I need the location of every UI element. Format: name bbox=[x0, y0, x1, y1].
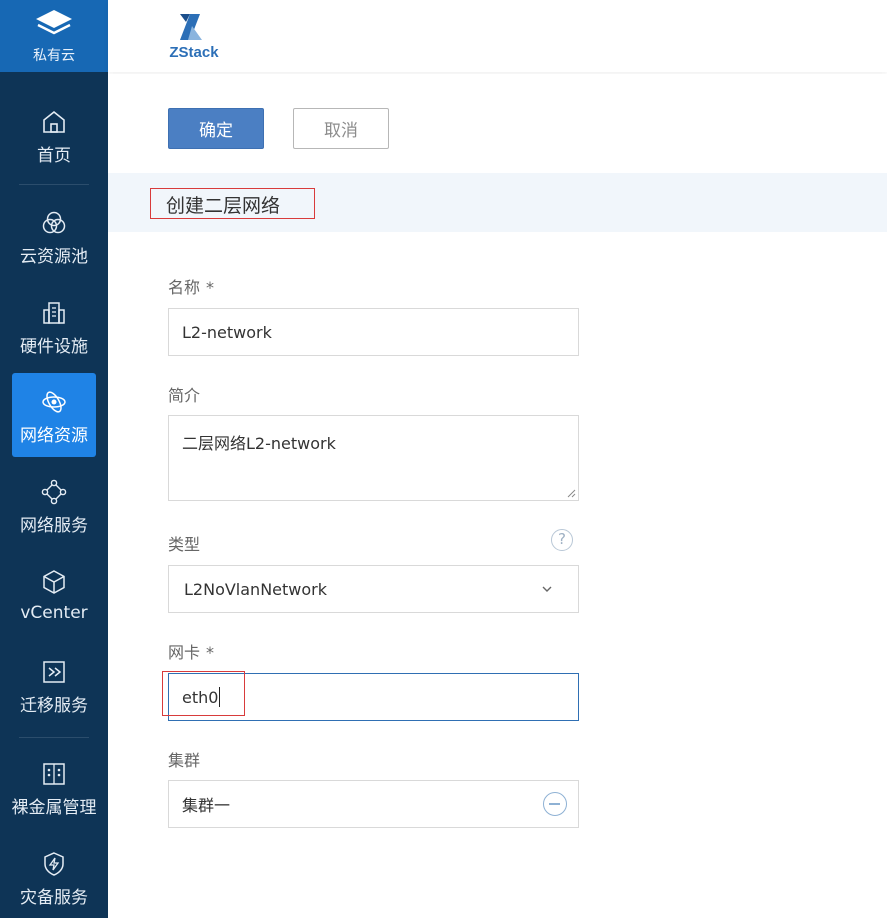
description-label: 简介 bbox=[168, 386, 201, 405]
layers-icon bbox=[36, 10, 72, 35]
sidebar-item-label: vCenter bbox=[20, 603, 88, 623]
server-icon bbox=[43, 763, 65, 785]
brand-block[interactable]: 私有云 bbox=[0, 0, 108, 72]
resource-pool-icon bbox=[42, 211, 66, 234]
form-header: 创建二层网络 bbox=[108, 173, 887, 232]
remove-icon[interactable] bbox=[543, 792, 567, 816]
help-icon[interactable]: ? bbox=[551, 529, 573, 551]
network-nodes-icon bbox=[41, 479, 67, 505]
sidebar-item-network-resources[interactable]: 网络资源 bbox=[12, 373, 96, 457]
cluster-value: 集群一 bbox=[182, 796, 231, 815]
confirm-button[interactable]: 确定 bbox=[168, 108, 264, 149]
sidebar-item-migration[interactable]: 迁移服务 bbox=[12, 643, 96, 727]
cancel-button[interactable]: 取消 bbox=[293, 108, 389, 149]
chevron-down-icon bbox=[542, 586, 552, 592]
title-highlight-box bbox=[150, 188, 315, 219]
top-header: ZStack bbox=[108, 0, 887, 72]
type-select[interactable]: L2NoVlanNetwork bbox=[168, 565, 579, 613]
sidebar: 私有云 首页 云资源池 硬件设施 网络资源 网络服务 vCenter 迁移服务 … bbox=[0, 0, 108, 918]
sidebar-item-bare-metal[interactable]: 裸金属管理 bbox=[12, 745, 97, 829]
zstack-logo-icon bbox=[180, 14, 202, 40]
building-icon bbox=[43, 302, 65, 324]
sidebar-item-label: 网络资源 bbox=[20, 426, 88, 446]
nic-label: 网卡 * bbox=[168, 639, 214, 663]
migrate-icon bbox=[43, 661, 65, 683]
sidebar-item-label: 网络服务 bbox=[20, 516, 88, 536]
orbit-icon bbox=[42, 391, 66, 413]
cluster-label: 集群 bbox=[168, 751, 201, 770]
name-label: 名称 * bbox=[168, 274, 214, 298]
name-label-text: 名称 bbox=[168, 278, 201, 297]
sidebar-item-label: 硬件设施 bbox=[20, 337, 88, 357]
sidebar-item-hardware[interactable]: 硬件设施 bbox=[12, 284, 96, 368]
sidebar-divider bbox=[19, 737, 89, 738]
required-mark: * bbox=[206, 278, 215, 297]
sidebar-item-label: 首页 bbox=[37, 146, 71, 166]
shield-bolt-icon bbox=[44, 852, 64, 876]
sidebar-item-network-services[interactable]: 网络服务 bbox=[12, 463, 96, 547]
home-icon bbox=[43, 110, 65, 133]
sidebar-item-vcenter[interactable]: vCenter bbox=[12, 553, 96, 637]
description-textarea[interactable]: 二层网络L2-network bbox=[168, 415, 579, 501]
type-label: 类型 bbox=[168, 535, 201, 554]
sidebar-item-label: 云资源池 bbox=[20, 247, 88, 267]
logo-text: ZStack bbox=[169, 44, 219, 61]
cube-icon bbox=[43, 570, 65, 594]
sidebar-item-disaster-recovery[interactable]: 灾备服务 bbox=[12, 835, 96, 919]
sidebar-item-resource-pool[interactable]: 云资源池 bbox=[12, 194, 96, 278]
sidebar-item-label: 迁移服务 bbox=[20, 696, 88, 716]
brand-label: 私有云 bbox=[33, 48, 75, 64]
type-select-value: L2NoVlanNetwork bbox=[184, 579, 327, 599]
nic-label-text: 网卡 bbox=[168, 643, 201, 662]
sidebar-item-label: 裸金属管理 bbox=[11, 798, 97, 818]
cluster-field[interactable]: 集群一 bbox=[168, 780, 579, 828]
nic-highlight-box bbox=[162, 671, 245, 716]
zstack-logo[interactable]: ZStack bbox=[166, 12, 222, 62]
name-input-value: L2-network bbox=[182, 322, 272, 342]
sidebar-divider bbox=[19, 184, 89, 185]
sidebar-item-home[interactable]: 首页 bbox=[12, 93, 96, 177]
main-content: 确定 取消 创建二层网络 名称 * L2-network 简介 二层网络L2-ne… bbox=[108, 74, 887, 918]
name-input[interactable]: L2-network bbox=[168, 308, 579, 356]
sidebar-item-label: 灾备服务 bbox=[20, 888, 88, 908]
resize-grip-icon[interactable] bbox=[566, 488, 576, 498]
description-value: 二层网络L2-network bbox=[182, 434, 336, 453]
required-mark: * bbox=[206, 643, 215, 662]
